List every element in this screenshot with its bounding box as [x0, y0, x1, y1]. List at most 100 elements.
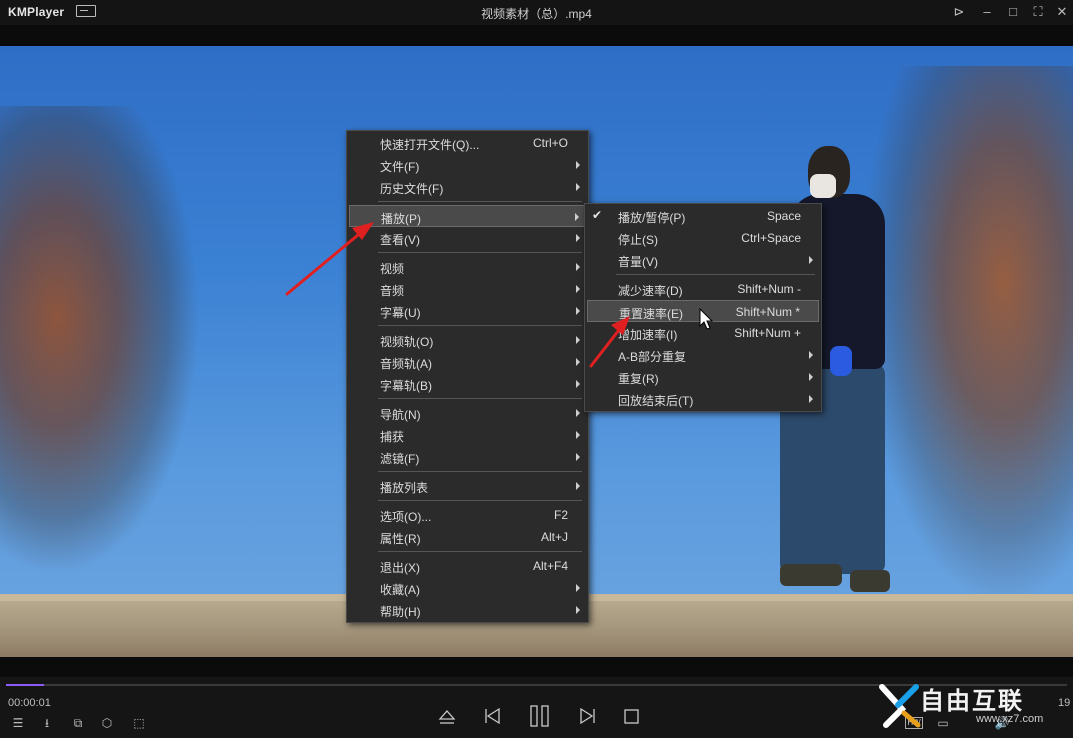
menu-item-label: 文件(F) [380, 160, 420, 174]
watermark-logo-icon [879, 684, 921, 728]
submenu-item-increase-speed[interactable]: 增加速率(I) Shift+Num + [587, 322, 819, 344]
menu-item-exit[interactable]: 退出(X) Alt+F4 [349, 555, 586, 577]
menu-item-label: 快速打开文件(Q)... [380, 138, 480, 152]
submenu-arrow-icon [809, 373, 813, 381]
open-folder-icon[interactable]: ⭳ [38, 715, 56, 731]
capture-icon[interactable]: ⬚ [128, 715, 150, 731]
submenu-item-after-playback[interactable]: 回放结束后(T) [587, 388, 819, 410]
watermark-brand: 自由互联 [920, 687, 1024, 715]
menu-item-video[interactable]: 视频 [349, 256, 586, 278]
submenu-item-stop[interactable]: 停止(S) Ctrl+Space [587, 227, 819, 249]
menu-item-shortcut: F2 [553, 508, 568, 522]
submenu-item-volume[interactable]: 音量(V) [587, 249, 819, 271]
menu-item-shortcut: Ctrl+O [532, 136, 568, 150]
menu-item-view[interactable]: 查看(V) [349, 227, 586, 249]
checkmark-icon: ✔ [592, 208, 603, 222]
submenu-item-reset-speed[interactable]: 重置速率(E) Shift+Num * [587, 300, 819, 322]
menu-item-options[interactable]: 选项(O)... F2 [349, 504, 586, 526]
next-icon[interactable] [578, 705, 598, 727]
pin-icon[interactable]: ⊳ [950, 3, 968, 21]
menu-item-navigation[interactable]: 导航(N) [349, 402, 586, 424]
3d-cube-icon[interactable]: ⬡ [98, 715, 116, 731]
menu-item-shortcut: Alt+J [540, 530, 568, 544]
window-title: 视频素材（总）.mp4 [481, 7, 592, 21]
menu-item-label: 查看(V) [380, 233, 420, 247]
menu-item-shortcut: Ctrl+Space [741, 231, 801, 245]
menu-item-properties[interactable]: 属性(R) Alt+J [349, 526, 586, 548]
menu-item-label: 回放结束后(T) [618, 394, 694, 408]
menu-item-shortcut: Space [766, 209, 801, 223]
menu-item-playlist[interactable]: 播放列表 [349, 475, 586, 497]
menu-item-quick-open[interactable]: 快速打开文件(Q)... Ctrl+O [349, 132, 586, 154]
submenu-arrow-icon [576, 453, 580, 461]
submenu-arrow-icon [809, 395, 813, 403]
play-submenu: ✔ 播放/暂停(P) Space 停止(S) Ctrl+Space 音量(V) … [584, 203, 822, 412]
menu-separator [616, 274, 815, 275]
submenu-arrow-icon [576, 307, 580, 315]
menu-item-favorites[interactable]: 收藏(A) [349, 577, 586, 599]
minimize-icon[interactable]: – [978, 3, 996, 21]
menu-item-help[interactable]: 帮助(H) [349, 599, 586, 621]
submenu-item-ab-repeat[interactable]: A-B部分重复 [587, 344, 819, 366]
menu-item-label: 播放(P) [381, 212, 421, 226]
menu-item-audio[interactable]: 音频 [349, 278, 586, 300]
menu-item-audio-track[interactable]: 音频轨(A) [349, 351, 586, 373]
submenu-arrow-icon [576, 380, 580, 388]
menu-item-label: 滤镜(F) [380, 452, 420, 466]
menu-item-video-track[interactable]: 视频轨(O) [349, 329, 586, 351]
menu-item-label: 帮助(H) [380, 605, 421, 619]
submenu-arrow-icon [576, 285, 580, 293]
submenu-arrow-icon [576, 183, 580, 191]
submenu-arrow-icon [576, 409, 580, 417]
menu-item-label: 停止(S) [618, 233, 658, 247]
title-bar: KMPlayer 视频素材（总）.mp4 ⊳ – □ ⛶ ✕ [0, 0, 1073, 25]
current-time: 00:00:01 [8, 697, 51, 709]
menu-item-label: 历史文件(F) [380, 182, 444, 196]
submenu-arrow-icon [809, 351, 813, 359]
menu-item-subtitle-track[interactable]: 字幕轨(B) [349, 373, 586, 395]
menu-item-label: 播放/暂停(P) [618, 211, 686, 225]
eject-icon[interactable] [438, 705, 456, 727]
menu-item-subtitle[interactable]: 字幕(U) [349, 300, 586, 322]
menu-item-label: A-B部分重复 [618, 350, 687, 364]
menu-item-label: 选项(O)... [380, 510, 432, 524]
menu-separator [378, 471, 582, 472]
video-tree-left [0, 106, 200, 576]
menu-item-shortcut: Shift+Num + [734, 326, 801, 340]
video-tree-right [860, 66, 1073, 606]
menu-item-shortcut: Alt+F4 [532, 559, 568, 573]
stop-icon[interactable] [623, 705, 641, 727]
close-icon[interactable]: ✕ [1053, 3, 1071, 21]
menu-item-label: 视频 [380, 262, 405, 276]
submenu-arrow-icon [576, 234, 580, 242]
submenu-item-repeat[interactable]: 重复(R) [587, 366, 819, 388]
menu-item-filter[interactable]: 滤镜(F) [349, 446, 586, 468]
fullscreen-icon[interactable]: ⛶ [1029, 3, 1047, 21]
vr-icon[interactable]: ⧉ [67, 715, 89, 731]
menu-item-play[interactable]: 播放(P) [349, 205, 586, 227]
menu-separator [378, 325, 582, 326]
pause-icon[interactable] [528, 705, 552, 727]
menu-item-label: 收藏(A) [380, 583, 420, 597]
submenu-arrow-icon [576, 482, 580, 490]
menu-item-label: 减少速率(D) [618, 284, 683, 298]
submenu-item-decrease-speed[interactable]: 减少速率(D) Shift+Num - [587, 278, 819, 300]
submenu-arrow-icon [576, 336, 580, 344]
menu-separator [378, 500, 582, 501]
menu-item-history[interactable]: 历史文件(F) [349, 176, 586, 198]
menu-item-label: 音频 [380, 284, 405, 298]
submenu-arrow-icon [576, 358, 580, 366]
menu-item-file[interactable]: 文件(F) [349, 154, 586, 176]
playlist-icon[interactable]: ☰ [9, 715, 27, 731]
submenu-item-play-pause[interactable]: ✔ 播放/暂停(P) Space [587, 205, 819, 227]
menu-item-capture[interactable]: 捕获 [349, 424, 586, 446]
watermark: 自由互联 www.xz7.com [878, 679, 1068, 735]
previous-icon[interactable] [482, 705, 502, 727]
menu-item-shortcut: Shift+Num * [735, 305, 800, 319]
submenu-arrow-icon [576, 606, 580, 614]
menu-separator [378, 201, 582, 202]
menu-item-label: 捕获 [380, 430, 405, 444]
menu-item-label: 属性(R) [380, 532, 421, 546]
menu-item-label: 字幕轨(B) [380, 379, 432, 393]
maximize-icon[interactable]: □ [1004, 3, 1022, 21]
